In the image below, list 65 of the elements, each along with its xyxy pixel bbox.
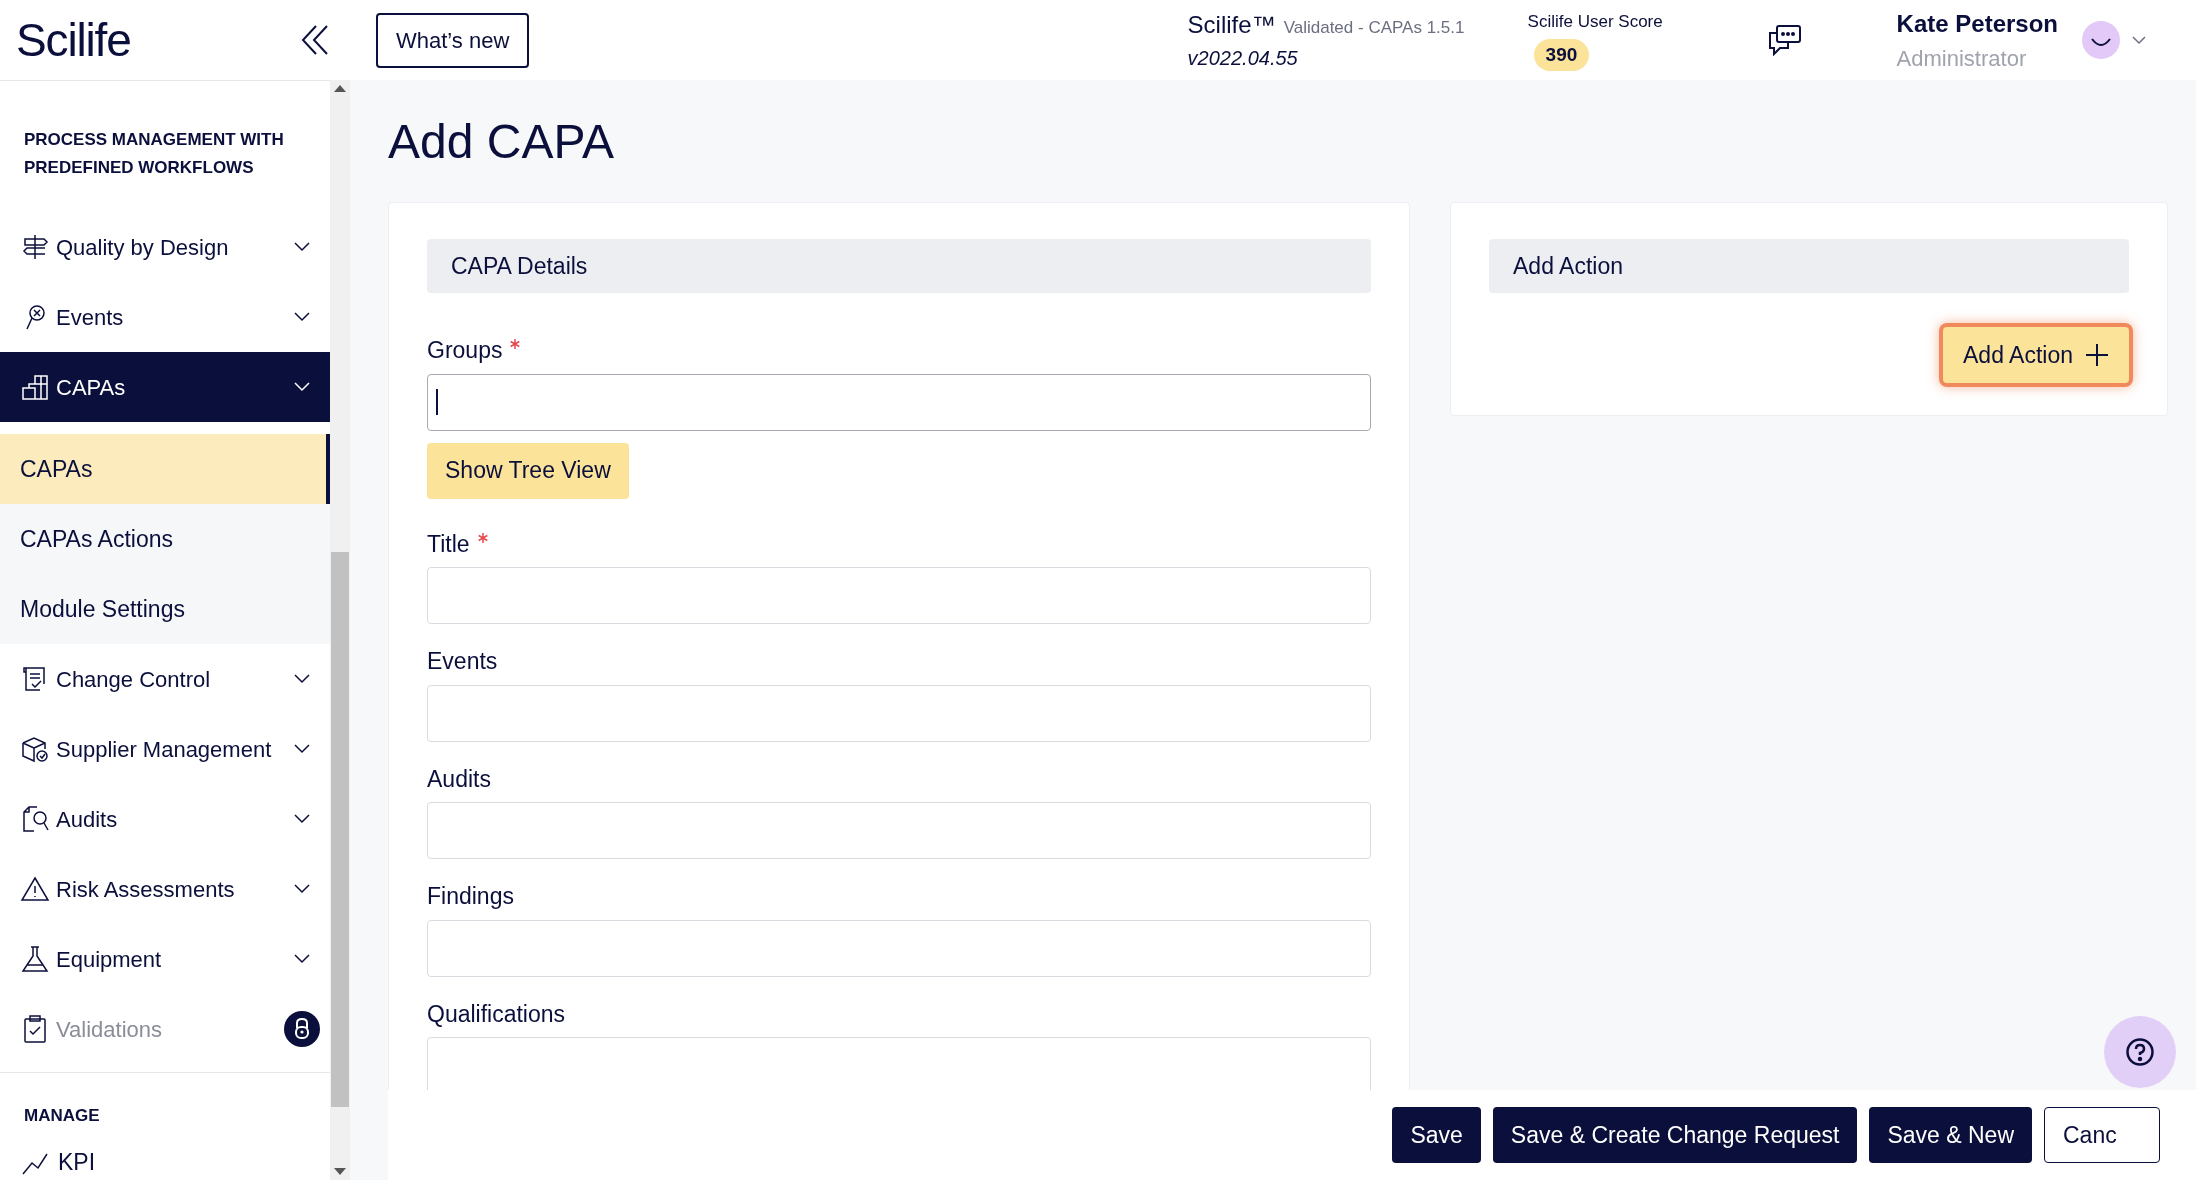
plus-icon [2085,343,2109,367]
chevron-down-icon[interactable] [294,744,310,754]
user-role: Administrator [1896,44,2028,73]
product-name: Scilife™ [1187,10,1276,40]
input-field[interactable] [427,373,1371,431]
scilife-logo: Scilife [16,12,131,68]
chevron-down-icon[interactable] [294,954,310,964]
flask-icon [20,944,50,974]
card-header: CAPA Details [427,239,1371,293]
chat-icon[interactable] [1767,24,1802,56]
card-header: Add Action [1489,239,2129,293]
nav-item[interactable]: Change Control [0,644,330,714]
show-tree-view-button[interactable]: Show Tree View [427,442,629,499]
field-label: Events [427,647,498,676]
nav-item[interactable]: Supplier Management [0,714,330,784]
input-field[interactable] [427,684,1371,742]
input-field[interactable] [427,567,1371,624]
nav-subitem[interactable]: CAPAs [0,434,330,504]
field-label: Title [427,529,470,559]
nav-item[interactable]: Risk Assessments [0,854,330,924]
collapse-icon[interactable] [300,24,330,56]
lock-icon [284,1011,320,1047]
cancel-button[interactable]: Canc [2044,1107,2160,1163]
field-label: Groups [427,336,503,365]
nav-item[interactable]: Equipment [0,924,330,994]
input-field[interactable] [427,802,1371,859]
chevron-down-icon[interactable] [294,312,310,322]
nav-item[interactable]: Events [0,282,330,352]
nav-item[interactable]: Audits [0,784,330,854]
input-field[interactable] [427,1037,1371,1090]
chevron-down-icon[interactable] [294,674,310,684]
scrollbar[interactable] [330,80,350,1180]
chevron-down-icon[interactable] [294,242,310,252]
signpost-icon [20,232,50,262]
nav-subitem[interactable]: Module Settings [0,574,330,644]
chevron-down-icon[interactable] [294,814,310,824]
chevron-down-icon[interactable] [294,884,310,894]
scroll-down-icon[interactable] [334,1168,346,1176]
section-heading: MANAGE [23,1105,101,1127]
whats-new-button[interactable]: What’s new [376,12,530,68]
package-icon [20,734,50,764]
save-button[interactable]: Save & New [1869,1107,2032,1163]
help-icon [2125,1037,2155,1067]
version-text: v2022.04.55 [1187,46,1299,71]
nav-item[interactable]: CAPAs [0,352,330,422]
user-name: Kate Peterson [1896,8,2058,39]
section-heading: PROCESS MANAGEMENT WITH PREDEFINED WORKFLOWS [23,129,285,179]
nav-subitem[interactable]: CAPAs Actions [0,504,330,574]
save-button[interactable]: Save & Create Change Request [1492,1107,1858,1163]
field-label: Findings [427,882,514,911]
input-field[interactable] [427,919,1371,977]
page-title: Add CAPA [388,118,615,166]
field-label: Audits [427,764,491,794]
validation-text: Validated - CAPAs 1.5.1 [1283,17,1465,39]
save-button[interactable]: Save [1392,1107,1481,1163]
magnifier-document-icon [20,804,50,834]
score-label: Scilife User Score [1527,11,1663,33]
nav-item[interactable]: KPI [0,1142,330,1180]
field-label: Qualifications [427,999,566,1029]
scrollbar-thumb[interactable] [331,552,349,1107]
avatar-icon[interactable] [2082,21,2120,59]
score-badge: 390 [1533,38,1590,71]
warning-icon [20,874,50,904]
scroll-up-icon[interactable] [334,84,346,92]
nav-item[interactable]: Quality by Design [0,212,330,282]
